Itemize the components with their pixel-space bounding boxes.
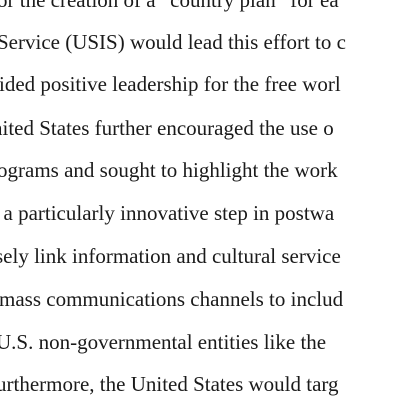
- text-line: sely link information and cultural servi…: [0, 244, 341, 268]
- document-page: or the creation of a “country plan” for …: [0, 0, 400, 400]
- text-line: U.S. non-governmental entities like the: [0, 330, 327, 354]
- text-line: urthermore, the United States would targ: [0, 372, 339, 396]
- text-line: mass communications channels to includ: [0, 287, 344, 311]
- text-line: or the creation of a “country plan” for …: [0, 0, 339, 12]
- text-line: nited States further encouraged the use …: [0, 116, 334, 140]
- text-line: ided positive leadership for the free wo…: [0, 72, 341, 96]
- text-line: , a particularly innovative step in post…: [0, 201, 335, 225]
- text-line: ograms and sought to highlight the work: [0, 158, 338, 182]
- text-line: Service (USIS) would lead this effort to…: [0, 30, 346, 54]
